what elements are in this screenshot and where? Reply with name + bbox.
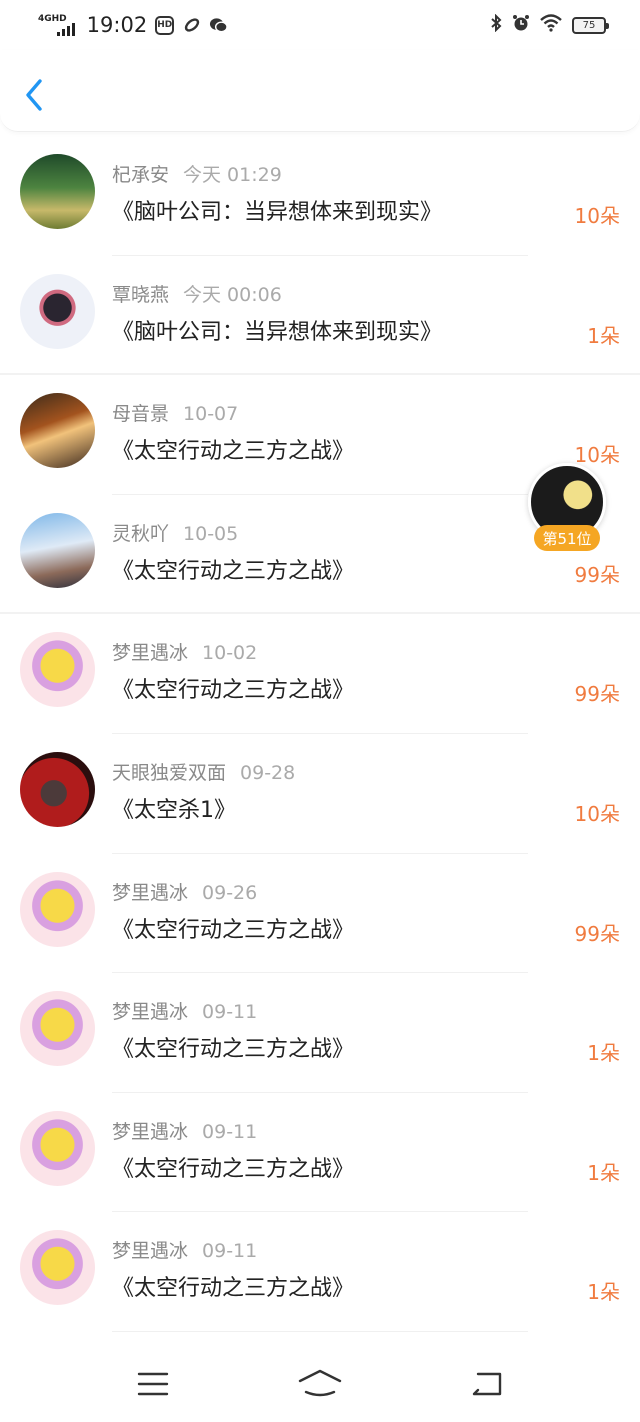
flower-count: 99朵 [574, 921, 620, 946]
book-title[interactable]: 《太空行动之三方之战》 [112, 672, 354, 704]
status-right: 75 [490, 13, 609, 36]
alarm-icon [512, 14, 530, 36]
item-date: 09-26 [202, 881, 258, 904]
user-name[interactable]: 母音景 [112, 403, 169, 425]
avatar[interactable] [20, 154, 95, 229]
rank-badge[interactable]: 第51位 [534, 525, 600, 551]
book-title[interactable]: 《太空行动之三方之战》 [112, 1151, 354, 1183]
avatar[interactable] [20, 273, 95, 349]
avatar[interactable] [20, 1110, 95, 1186]
item-date: 10-07 [183, 403, 239, 426]
item-date: 10-05 [183, 522, 239, 545]
book-title[interactable]: 《太空行动之三方之战》 [112, 1031, 354, 1063]
list-item[interactable]: 梦里遇冰 09-11 《太空行动之三方之战》 1朵 [0, 1093, 640, 1213]
back-icon [472, 1372, 501, 1395]
user-name[interactable]: 覃晓燕 [112, 284, 169, 306]
menu-button[interactable] [123, 1359, 183, 1409]
book-title[interactable]: 《太空行动之三方之战》 [112, 1270, 354, 1302]
list-item[interactable]: 梦里遇冰 09-26 《太空行动之三方之战》 99朵 [0, 854, 640, 974]
item-date: 09-28 [240, 761, 296, 784]
user-name[interactable]: 灵秋吖 [112, 523, 169, 545]
user-name[interactable]: 梦里遇冰 [112, 882, 188, 904]
hd-app-icon: HD [155, 15, 175, 35]
item-date: 今天 00:06 [183, 283, 282, 306]
avatar[interactable] [20, 512, 95, 588]
user-name[interactable]: 梦里遇冰 [112, 1001, 188, 1023]
avatar[interactable] [20, 991, 95, 1067]
list-item[interactable]: 天眼独爱双面 09-28 《太空杀1》 10朵 [0, 734, 640, 854]
item-meta: 灵秋吖 10-05 [112, 519, 238, 546]
signal-icon [56, 22, 75, 36]
flower-count: 1朵 [587, 323, 620, 348]
menu-icon [138, 1372, 169, 1395]
back-button[interactable] [18, 76, 50, 114]
item-meta: 梦里遇冰 09-11 [112, 1236, 257, 1263]
flower-count: 99朵 [574, 682, 620, 707]
item-date: 09-11 [202, 1240, 258, 1263]
item-meta: 梦里遇冰 09-11 [112, 997, 257, 1024]
item-date: 09-11 [202, 1120, 258, 1143]
rank-widget[interactable]: 第51位 [527, 463, 607, 553]
user-name[interactable]: 天眼独爱双面 [112, 762, 226, 784]
flower-count: 1朵 [587, 1160, 620, 1185]
item-date: 09-11 [202, 1001, 258, 1024]
avatar[interactable] [20, 751, 95, 827]
item-meta: 母音景 10-07 [112, 399, 238, 426]
book-title[interactable]: 《太空行动之三方之战》 [112, 553, 354, 585]
item-meta: 梦里遇冰 09-11 [112, 1117, 257, 1144]
gift-record-list: 杞承安 今天 01:29 《脑叶公司：当异想体来到现实》 10朵 覃晓燕 今天 00… [0, 136, 640, 1332]
wechat-icon [209, 16, 228, 35]
back-nav-button[interactable] [457, 1359, 517, 1409]
divider [112, 1330, 528, 1332]
battery-level: 75 [582, 19, 596, 31]
user-name[interactable]: 梦里遇冰 [112, 1240, 188, 1262]
avatar[interactable] [20, 871, 95, 947]
list-item[interactable]: 杞承安 今天 01:29 《脑叶公司：当异想体来到现实》 10朵 [0, 136, 640, 256]
bluetooth-icon [490, 13, 502, 36]
avatar[interactable] [20, 1230, 95, 1306]
list-item[interactable]: 梦里遇冰 09-11 《太空行动之三方之战》 1朵 [0, 973, 640, 1093]
book-title[interactable]: 《太空杀1》 [112, 792, 236, 824]
flower-count: 10朵 [574, 801, 620, 826]
item-meta: 天眼独爱双面 09-28 [112, 758, 295, 785]
avatar[interactable] [20, 632, 95, 708]
user-name[interactable]: 杞承安 [112, 164, 169, 186]
network-type: 4GHD [38, 13, 67, 24]
wifi-icon [540, 14, 562, 36]
flower-count: 99朵 [574, 562, 620, 587]
item-meta: 覃晓燕 今天 00:06 [112, 280, 282, 307]
item-meta: 杞承安 今天 01:29 [112, 160, 282, 187]
flower-count: 1朵 [587, 1280, 620, 1305]
battery-icon: 75 [572, 16, 609, 34]
book-title[interactable]: 《太空行动之三方之战》 [112, 433, 354, 465]
chevron-left-icon [26, 79, 42, 111]
home-icon [298, 1369, 342, 1396]
user-name[interactable]: 梦里遇冰 [112, 1121, 188, 1143]
avatar[interactable] [20, 393, 95, 469]
book-title[interactable]: 《脑叶公司：当异想体来到现实》 [112, 314, 442, 346]
list-item[interactable]: 覃晓燕 今天 00:06 《脑叶公司：当异想体来到现实》 1朵 [0, 256, 640, 376]
header [0, 50, 640, 132]
user-name[interactable]: 梦里遇冰 [112, 642, 188, 664]
list-item[interactable]: 梦里遇冰 09-11 《太空行动之三方之战》 1朵 [0, 1212, 640, 1332]
status-bar: 4GHD 19:02 HD 75 [0, 0, 640, 50]
system-nav-bar [0, 1345, 640, 1422]
clock: 19:02 [86, 13, 148, 37]
item-date: 10-02 [202, 642, 258, 665]
home-button[interactable] [290, 1359, 350, 1409]
item-date: 今天 01:29 [183, 164, 282, 186]
flower-count: 1朵 [587, 1041, 620, 1066]
book-title[interactable]: 《脑叶公司：当异想体来到现实》 [112, 194, 442, 226]
book-title[interactable]: 《太空行动之三方之战》 [112, 912, 354, 944]
link-app-icon [182, 16, 201, 35]
flower-count: 10朵 [574, 204, 620, 228]
item-meta: 梦里遇冰 10-02 [112, 638, 257, 665]
status-left: 4GHD 19:02 HD [38, 13, 228, 37]
list-item[interactable]: 梦里遇冰 10-02 《太空行动之三方之战》 99朵 [0, 614, 640, 734]
item-meta: 梦里遇冰 09-26 [112, 878, 257, 905]
